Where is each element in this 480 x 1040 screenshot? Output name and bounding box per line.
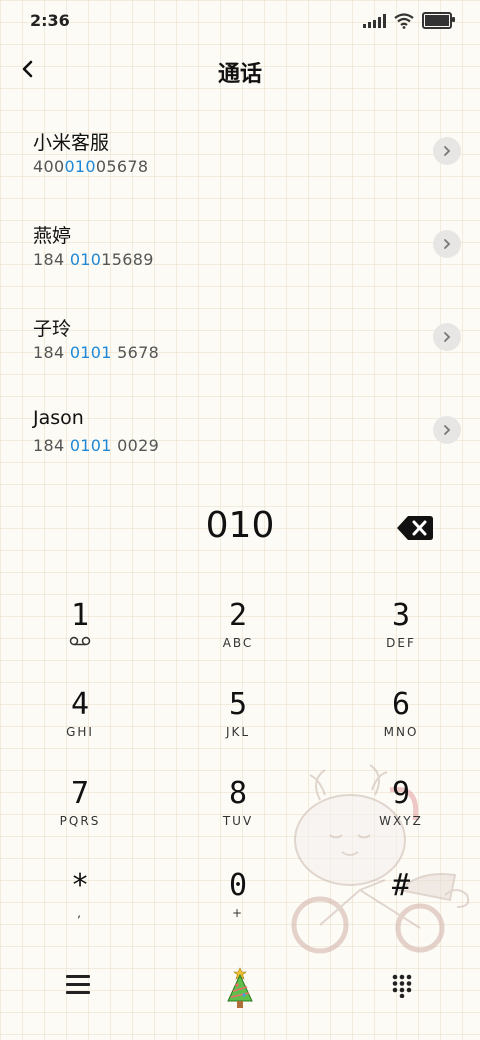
contact-item[interactable]: Jason 184 0101 0029 [0,387,480,480]
contact-name: 小米客服 [33,132,110,154]
signal-icon [363,13,386,28]
key-3[interactable]: 3 DEF [341,598,461,678]
key-4[interactable]: 4 GHI [20,687,140,767]
christmas-tree-icon[interactable] [224,965,256,1011]
backspace-icon[interactable] [396,515,434,541]
menu-icon[interactable] [66,975,90,995]
key-2[interactable]: 2 ABC [178,598,298,678]
page-title: 通话 [217,62,262,87]
contact-number: 184 01015689 [33,250,154,269]
status-bar: 2:36 [0,0,480,40]
chevron-right-icon[interactable] [433,230,461,258]
battery-icon [422,12,455,29]
contact-item[interactable]: 小米客服 40001005678 [0,108,480,201]
key-hash[interactable]: # [341,868,461,948]
contact-number: 184 0101 0029 [33,436,160,455]
status-time: 2:36 [30,11,70,30]
status-icons [363,12,455,29]
key-9[interactable]: 9 WXYZ [341,776,461,856]
contact-number: 40001005678 [33,157,149,176]
contact-item[interactable]: 子玲 184 0101 5678 [0,294,480,387]
contact-number: 184 0101 5678 [33,343,160,362]
voicemail-icon [69,636,91,646]
contact-name: 燕婷 [33,225,72,247]
key-6[interactable]: 6 MNO [341,687,461,767]
chevron-right-icon[interactable] [433,323,461,351]
key-8[interactable]: 8 TUV [178,776,298,856]
header: 通话 [0,40,480,100]
wifi-icon [394,12,414,29]
chevron-right-icon[interactable] [433,416,461,444]
key-7[interactable]: 7 PQRS [20,776,140,856]
key-5[interactable]: 5 JKL [178,687,298,767]
contact-list: 小米客服 40001005678 燕婷 184 01015689 子玲 184 … [0,108,480,480]
dialpad-icon[interactable] [392,974,412,998]
contact-name: 子玲 [33,318,72,340]
key-1[interactable]: 1 [20,598,140,678]
key-star[interactable]: * , [20,868,140,948]
contact-name: Jason [33,407,84,429]
chevron-right-icon[interactable] [433,137,461,165]
key-0[interactable]: 0 + [178,868,298,948]
contact-item[interactable]: 燕婷 184 01015689 [0,201,480,294]
